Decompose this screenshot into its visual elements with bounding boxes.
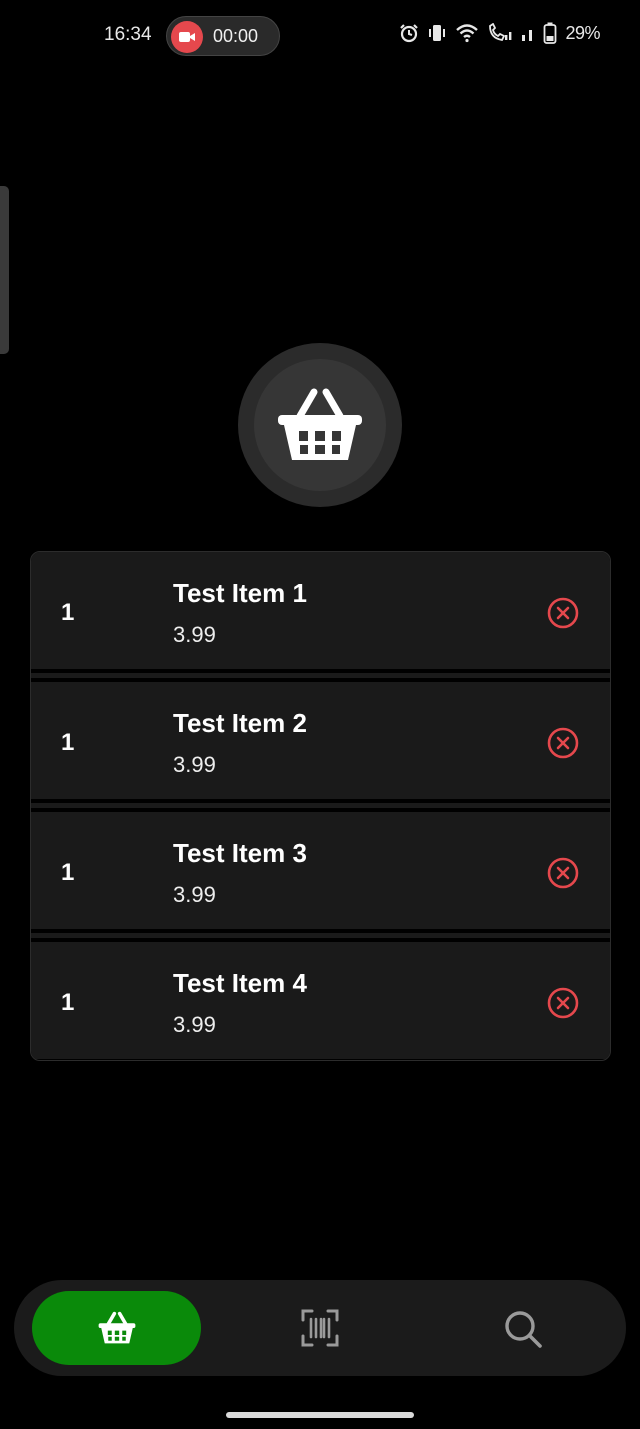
cart-item-row[interactable]: 1 Test Item 4 3.99 (31, 942, 610, 1059)
vibrate-icon (429, 25, 446, 41)
item-quantity: 1 (61, 989, 75, 1016)
wifi-calling-icon (489, 23, 512, 41)
video-camera-icon (171, 21, 203, 53)
signal-icon (522, 30, 533, 41)
item-name: Test Item 4 (173, 968, 307, 998)
item-price: 3.99 (173, 882, 216, 907)
status-icons: 29% (399, 22, 600, 44)
item-quantity: 1 (61, 859, 75, 886)
remove-item-icon[interactable] (546, 986, 580, 1020)
cart-item-row[interactable]: 1 Test Item 1 3.99 (31, 552, 610, 669)
item-name: Test Item 3 (173, 838, 307, 868)
cart-item-row[interactable]: 1 Test Item 3 3.99 (31, 812, 610, 929)
cart-item-list: 1 Test Item 1 3.99 1 Test Item 2 3.99 1 … (30, 551, 611, 1061)
basket-header-badge (238, 343, 402, 507)
recording-time: 00:00 (213, 26, 259, 46)
battery-percent: 29% (565, 22, 600, 43)
edge-panel-handle[interactable] (0, 186, 9, 354)
item-quantity: 1 (61, 599, 75, 626)
alarm-icon (400, 24, 419, 43)
barcode-scan-icon[interactable] (300, 1308, 340, 1348)
status-bar: 16:34 00:00 29% (0, 0, 640, 72)
remove-item-icon[interactable] (546, 856, 580, 890)
item-name: Test Item 2 (173, 708, 307, 738)
item-price: 3.99 (173, 1012, 216, 1037)
row-divider (31, 933, 610, 938)
item-name: Test Item 1 (173, 578, 307, 608)
basket-icon (98, 1311, 135, 1344)
row-divider (31, 673, 610, 678)
row-divider (31, 803, 610, 808)
item-price: 3.99 (173, 622, 216, 647)
wifi-icon (456, 24, 479, 43)
basket-icon (278, 388, 362, 460)
status-time: 16:34 (104, 24, 152, 45)
battery-icon (544, 22, 557, 44)
cart-item-row[interactable]: 1 Test Item 2 3.99 (31, 682, 610, 799)
remove-item-icon[interactable] (546, 596, 580, 630)
screen-recording-pill[interactable]: 00:00 (166, 16, 280, 56)
home-indicator[interactable] (226, 1412, 414, 1418)
item-price: 3.99 (173, 752, 216, 777)
search-icon[interactable] (502, 1308, 544, 1350)
item-quantity: 1 (61, 729, 75, 756)
bottom-navigation (14, 1280, 626, 1376)
remove-item-icon[interactable] (546, 726, 580, 760)
nav-basket-tab[interactable] (32, 1291, 201, 1365)
